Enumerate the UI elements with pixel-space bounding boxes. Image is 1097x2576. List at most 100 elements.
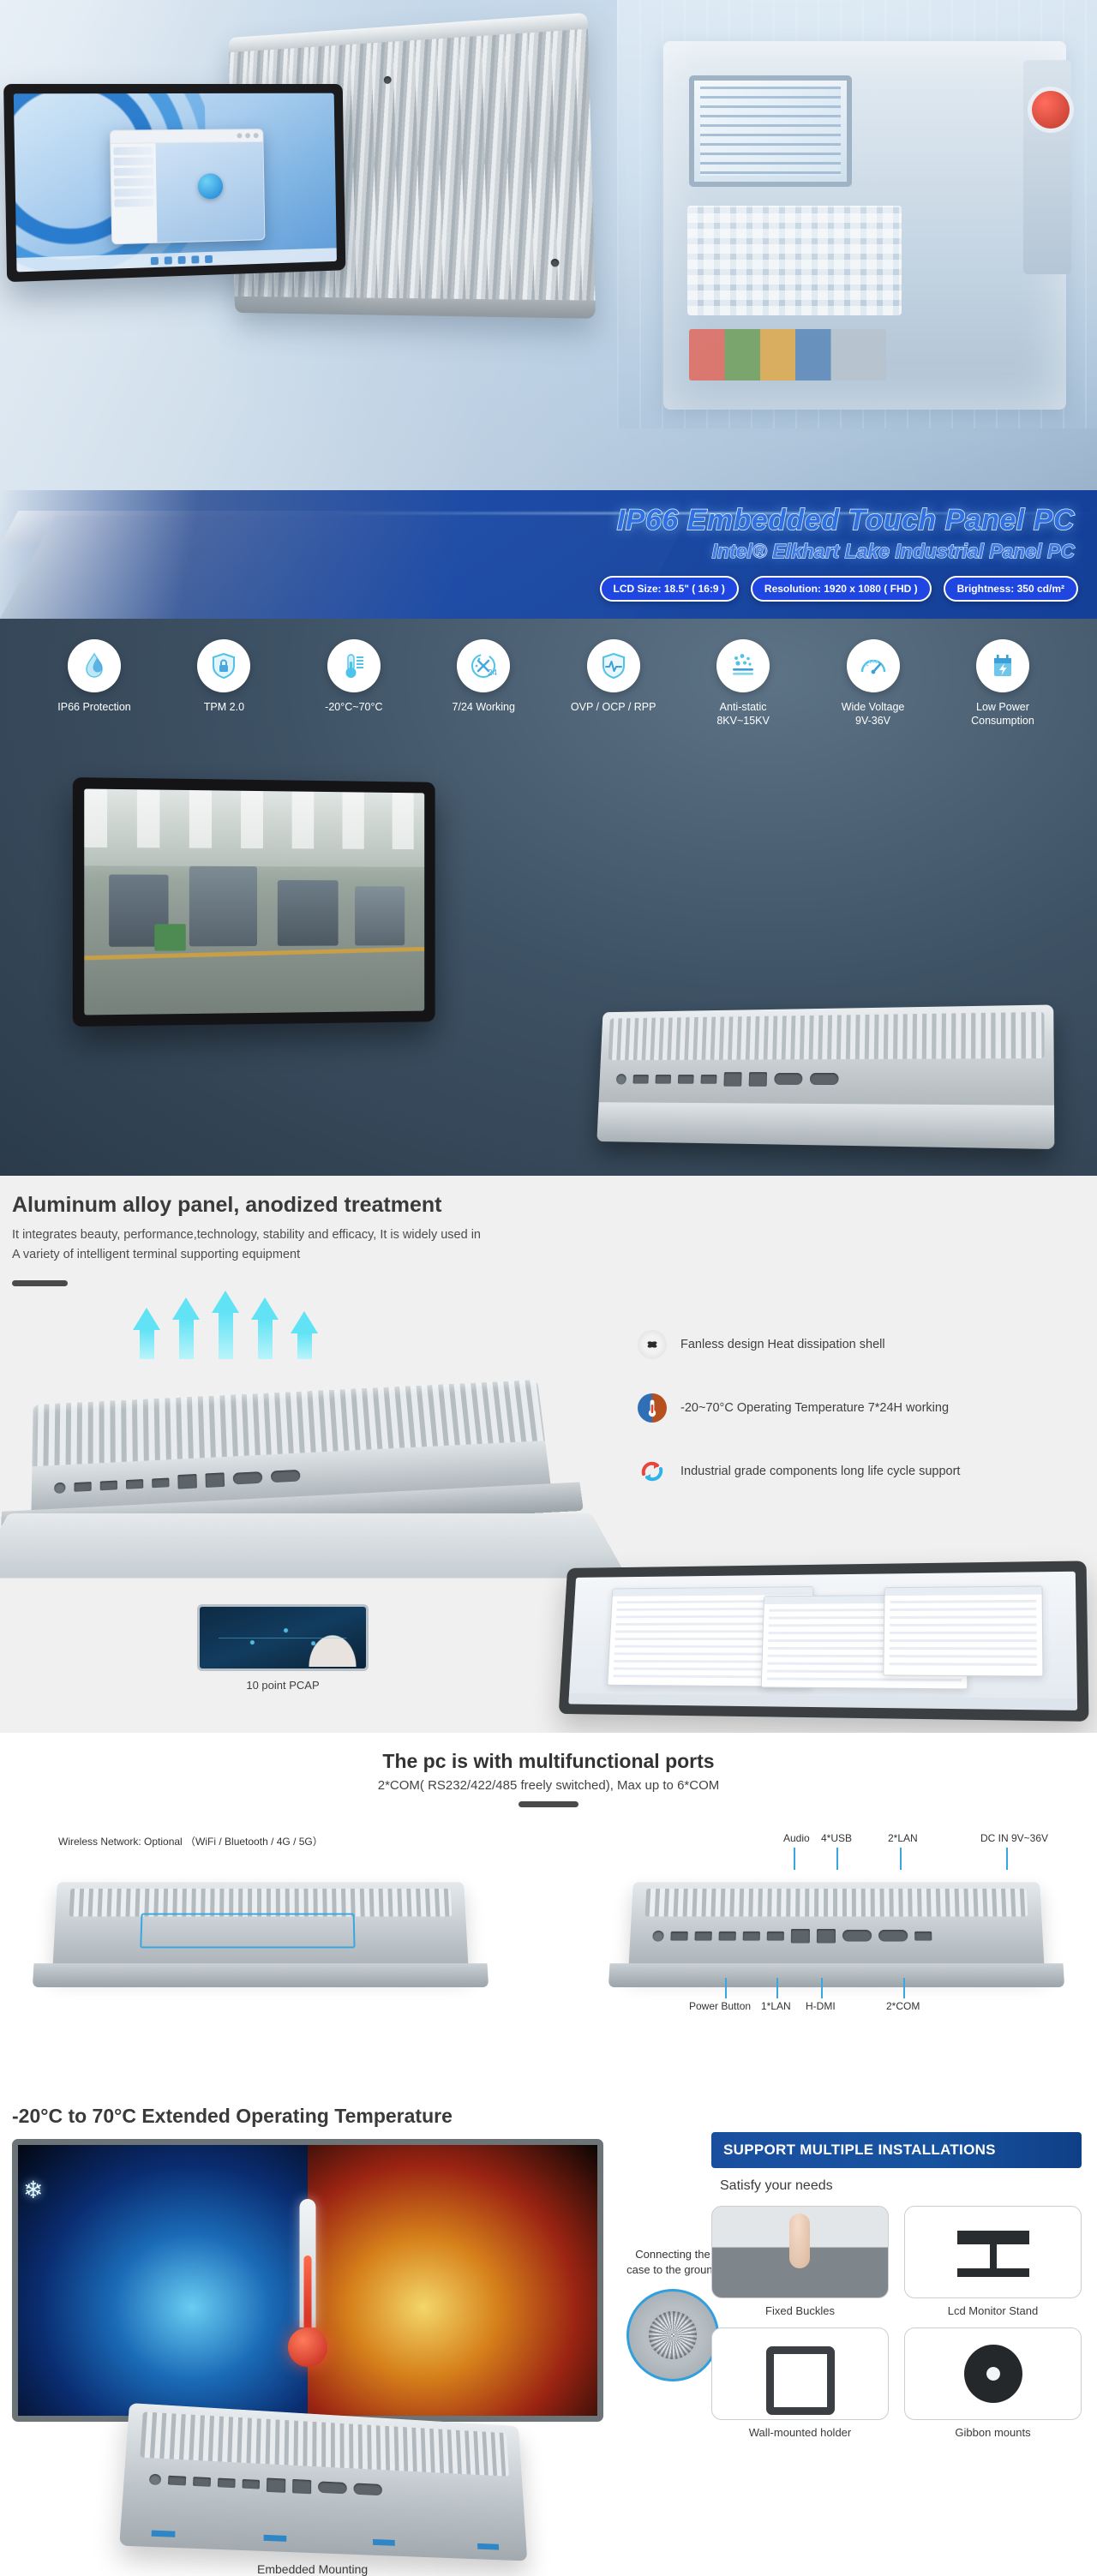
hero-subtitle: Intel® Elkhart Lake Industrial Panel PC <box>711 539 1076 562</box>
heatsink-fins <box>644 1888 1028 1917</box>
io-panel-view: Audio 4*USB 2*LAN DC IN 9V~36V Power But… <box>596 1832 1076 2012</box>
rear-chassis <box>596 1004 1055 1150</box>
hero-banner: IP66 Embedded Touch Panel PC Intel® Elkh… <box>0 490 1097 619</box>
window-sidebar <box>111 143 158 245</box>
label-usb: 4*USB <box>821 1832 853 1844</box>
com-port <box>232 1471 263 1485</box>
bullet-temperature: -20~70°C Operating Temperature 7*24H wor… <box>638 1393 1049 1423</box>
chassis-base <box>608 1963 1065 1987</box>
thermometer-mercury <box>303 2255 312 2335</box>
feature-tpm: TPM 2.0 <box>169 639 279 728</box>
usb-port <box>125 1478 144 1489</box>
power-button-port <box>652 1930 664 1942</box>
cnc-machine-illustration <box>663 41 1071 410</box>
wall-mounted-holder-thumb <box>711 2327 889 2420</box>
embedded-mounting-illustration <box>119 2403 528 2561</box>
clock-24-icon: 24 <box>457 639 511 692</box>
hero-title: IP66 Embedded Touch Panel PC <box>616 503 1075 537</box>
windows-taskbar <box>568 1692 1078 1710</box>
thermometer-bulb <box>288 2327 327 2368</box>
airflow-arrows <box>133 1291 318 1381</box>
embedded-mounting-caption: Embedded Mounting <box>257 2562 369 2576</box>
lan-port <box>266 2477 286 2493</box>
bullet-fanless: Fanless design Heat dissipation shell <box>638 1330 1049 1359</box>
product-page: IP66 Embedded Touch Panel PC Intel® Elkh… <box>0 0 1097 2576</box>
lan-port <box>177 1473 197 1489</box>
heatsink-fins <box>608 1011 1045 1061</box>
leader-line <box>1006 1848 1008 1870</box>
fixed-buckles-thumb <box>711 2206 889 2298</box>
install-card-fixed-buckles[interactable]: Fixed Buckles <box>711 2206 889 2317</box>
panel-pc-io-unit <box>608 1882 1065 1987</box>
sidebar-row <box>114 188 154 197</box>
bullet-text: -20~70°C Operating Temperature 7*24H wor… <box>680 1401 950 1415</box>
spec-chip-brightness: Brightness: 350 cd/m² <box>943 576 1078 602</box>
leader-line <box>725 1978 727 1998</box>
airflow-arrow <box>251 1297 279 1381</box>
emergency-stop-button <box>1032 91 1070 129</box>
wireless-module-highlight <box>140 1913 356 1949</box>
power-button-port <box>54 1482 66 1494</box>
com-port <box>809 1072 839 1086</box>
label-hdmi: H-DMI <box>806 2000 836 2012</box>
io-port-row <box>615 1065 1034 1092</box>
installations-panel: SUPPORT MULTIPLE INSTALLATIONS Satisfy y… <box>711 2132 1082 2439</box>
cnc-screen <box>689 75 852 187</box>
usb-port <box>700 1074 717 1084</box>
account-icon <box>245 133 251 139</box>
airflow-arrow <box>172 1297 200 1381</box>
install-card-lcd-monitor-stand[interactable]: Lcd Monitor Stand <box>904 2206 1082 2317</box>
section-rule <box>519 1801 578 1807</box>
installations-grid: Fixed Buckles Lcd Monitor Stand Wall-mou… <box>711 2206 1082 2439</box>
feature-label: IP66 Protection <box>57 701 131 713</box>
lan-port <box>292 2478 312 2494</box>
feature-label: OVP / OCP / RPP <box>570 701 656 713</box>
store-icon <box>204 255 213 263</box>
anti-static-icon <box>716 639 770 692</box>
feature-temperature: -20°C~70°C <box>299 639 409 728</box>
label-lan: 2*LAN <box>888 1832 918 1844</box>
usb-port <box>152 1477 170 1488</box>
usb-port <box>655 1074 672 1084</box>
feature-label: 7/24 Working <box>452 701 515 713</box>
search-icon <box>164 255 172 265</box>
floor-marking-line <box>84 946 425 961</box>
install-card-wall-mounted-holder[interactable]: Wall-mounted holder <box>711 2327 889 2439</box>
thermometer-graphic <box>285 2199 331 2368</box>
airflow-arrow <box>291 1311 318 1381</box>
feature-protection: OVP / OCP / RPP <box>559 639 668 728</box>
com-port <box>842 1929 872 1942</box>
power-button-port <box>148 2473 162 2485</box>
temperature-section: -20°C to 70°C Extended Operating Tempera… <box>0 2093 1097 2576</box>
install-card-gibbon-mounts[interactable]: Gibbon mounts <box>904 2327 1082 2439</box>
leader-line <box>836 1848 838 1870</box>
shield-lock-icon <box>197 639 251 692</box>
leader-line <box>903 1978 905 1998</box>
grounding-washer <box>649 2311 697 2360</box>
install-caption: Lcd Monitor Stand <box>947 2304 1039 2317</box>
aluminum-panel-plate <box>0 1513 628 1579</box>
usb-port <box>718 1931 736 1941</box>
panel-pc-rear-top <box>32 1882 489 1987</box>
feature-anti-static: Anti-static 8KV~15KV <box>688 639 798 728</box>
feature-ip66: IP66 Protection <box>39 639 149 728</box>
aluminum-heading: Aluminum alloy panel, anodized treatment <box>12 1193 442 1217</box>
usb-port <box>694 1931 712 1941</box>
lan-port <box>723 1071 742 1087</box>
lan-port <box>816 1928 836 1944</box>
bullet-text: Industrial grade components long life cy… <box>680 1465 961 1478</box>
pcap-caption: 10 point PCAP <box>246 1679 320 1692</box>
audio-jack <box>670 1931 688 1941</box>
ports-heading: The pc is with multifunctional ports <box>382 1750 715 1772</box>
feature-label: -20°C~70°C <box>325 701 383 713</box>
usb-port <box>766 1931 784 1941</box>
label-wireless-network: Wireless Network: Optional （WiFi / Bluet… <box>58 1836 323 1848</box>
bing-icon <box>197 173 224 201</box>
lcd-monitor-stand-thumb <box>904 2206 1082 2298</box>
pcap-touch-block: 10 point PCAP <box>197 1604 369 1692</box>
panel-pc-rear-ports-view <box>596 1004 1055 1150</box>
feature-label: TPM 2.0 <box>203 701 245 713</box>
fan-icon <box>638 1330 667 1359</box>
windows-desktop-screen <box>13 93 337 273</box>
airflow-arrow <box>212 1291 239 1381</box>
